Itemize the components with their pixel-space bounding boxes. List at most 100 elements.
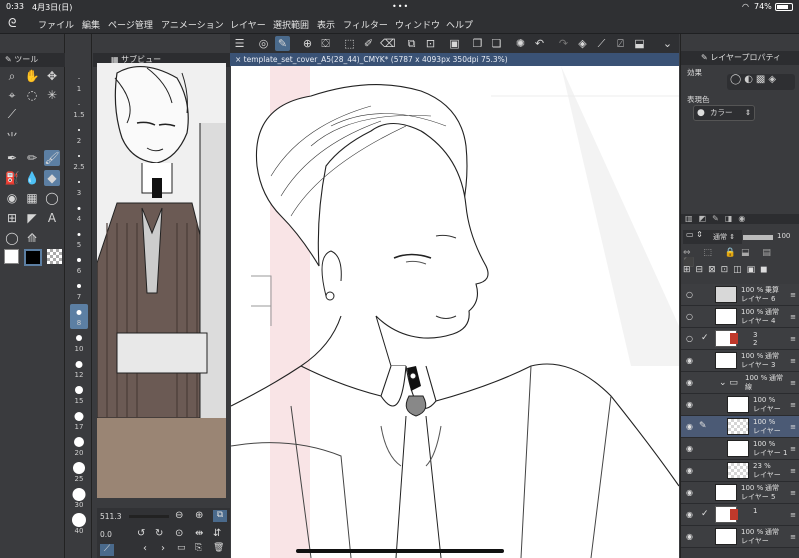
gradient-icon[interactable]: ▦ — [24, 190, 40, 206]
ruler-icon[interactable]: ◤ — [24, 210, 40, 226]
visibility-eye-icon[interactable]: ◉ — [684, 444, 695, 453]
eyedropper-tool-icon[interactable]: ⟋ — [4, 106, 20, 122]
copy-icon[interactable]: ❐ — [470, 36, 485, 51]
brush-size-item[interactable]: 6 — [70, 252, 88, 277]
airbrush-icon[interactable]: ⛽ — [4, 170, 20, 186]
brush-tool-icon[interactable]: 🖌 — [44, 150, 60, 166]
drag-handle-icon[interactable]: ≡ — [790, 489, 796, 497]
layer-row[interactable]: ◉ ⌄ ▭ 100 % 通常線 ≡ — [681, 372, 799, 394]
drag-handle-icon[interactable]: ≡ — [790, 445, 796, 453]
opacity-slider[interactable] — [743, 235, 773, 240]
layer-row[interactable]: ◉ 100 % 通常 レイヤー ≡ — [681, 526, 799, 548]
eraser-tool-icon[interactable]: ◆ — [44, 170, 60, 186]
layer-panel-tabs[interactable]: ▥◩✎◨◉ — [681, 214, 799, 224]
brush-size-item[interactable]: 5 — [70, 226, 88, 251]
drag-handle-icon[interactable]: ≡ — [790, 533, 796, 541]
layer-lock-icons[interactable]: ⇔ ⬚ 🔒⬓ ▤ ⬛ — [683, 248, 797, 268]
drag-handle-icon[interactable]: ≡ — [790, 291, 796, 299]
blend-mode-select[interactable]: 通常 ⇕ — [710, 230, 742, 244]
expression-color-select[interactable]: ● カラー ⇕ — [693, 105, 755, 121]
layer-row[interactable]: ◉ 23 % レイヤー ≡ — [681, 460, 799, 482]
blend-icon[interactable]: 💧 — [24, 170, 40, 186]
brush-size-item[interactable]: 12 — [70, 356, 88, 381]
brush-size-item[interactable]: 8 — [70, 304, 88, 329]
visibility-eye-icon[interactable]: ◉ — [684, 466, 695, 475]
visibility-eye-icon[interactable]: ○ — [684, 312, 695, 321]
stamp-icon[interactable]: ⬓ — [632, 36, 647, 51]
layer-row[interactable]: ◉ 100 % 通常 レイヤー 5 ≡ — [681, 482, 799, 504]
main-color-swatch[interactable] — [4, 249, 19, 264]
open-folder-icon[interactable]: ▭ — [177, 543, 186, 553]
drag-handle-icon[interactable]: ≡ — [790, 313, 796, 321]
menu-window[interactable]: ウィンドウ — [395, 18, 440, 31]
delete-icon[interactable]: 🗑 — [213, 543, 224, 553]
brush-size-item[interactable]: 3 — [70, 174, 88, 199]
menu-animation[interactable]: アニメーション — [161, 18, 224, 31]
brush-size-item[interactable]: 7 — [70, 278, 88, 303]
sub-color-swatch[interactable] — [24, 249, 42, 266]
menu-file[interactable]: ファイル — [38, 18, 74, 31]
brush-size-item[interactable]: 2 — [70, 122, 88, 147]
effect-buttons[interactable]: ◯◐▩◈ — [727, 74, 795, 90]
transparent-color-swatch[interactable] — [47, 249, 62, 264]
visibility-eye-icon[interactable]: ◉ — [684, 488, 695, 497]
visibility-eye-icon[interactable]: ◉ — [684, 400, 695, 409]
visibility-eye-icon[interactable]: ◉ — [684, 422, 695, 431]
layer-action-icons[interactable]: ⊞⊟⊠⊡◫▣◼ — [683, 265, 797, 279]
menu-icon[interactable]: ☰ — [232, 36, 247, 51]
drag-handle-icon[interactable]: ≡ — [790, 511, 796, 519]
menu-layer[interactable]: レイヤー — [230, 18, 266, 31]
visibility-eye-icon[interactable]: ◉ — [684, 510, 695, 519]
visibility-eye-icon[interactable]: ◉ — [684, 378, 695, 387]
home-indicator[interactable] — [296, 549, 504, 553]
figure-icon[interactable]: ◯ — [44, 190, 60, 206]
drag-handle-icon[interactable]: ≡ — [790, 423, 796, 431]
fill-icon[interactable]: ◈ — [575, 36, 590, 51]
layer-row[interactable]: ◉ 100 % レイヤー 1 ≡ — [681, 438, 799, 460]
layer-row[interactable]: ○ ✓ 3 2 ≡ — [681, 328, 799, 350]
brush-icon[interactable]: ✐ — [361, 36, 376, 51]
menu-page[interactable]: ページ管理 — [108, 18, 153, 31]
layer-row[interactable]: ◉ 100 % 通常 レイヤー 3 ≡ — [681, 350, 799, 372]
close-tab-icon[interactable]: × — [235, 55, 244, 64]
pen-tool-icon[interactable]: ✒ — [4, 150, 20, 166]
next-image-icon[interactable]: › — [161, 543, 165, 554]
undo-icon[interactable]: ↶ — [532, 36, 547, 51]
image-icon[interactable]: ▣ — [447, 36, 462, 51]
menu-view[interactable]: 表示 — [317, 18, 335, 31]
layer-row[interactable]: ◉ 100 % レイヤー ≡ — [681, 394, 799, 416]
drag-handle-icon[interactable]: ≡ — [790, 401, 796, 409]
visibility-eye-icon[interactable]: ◉ — [684, 356, 695, 365]
menu-edit[interactable]: 編集 — [82, 18, 100, 31]
chevron-down-icon[interactable]: ⌄ — [660, 36, 675, 51]
frame-icon[interactable]: ⊞ — [4, 210, 20, 226]
fill-bucket-icon[interactable]: ⛋ — [318, 36, 333, 51]
correct-line-icon[interactable]: ⟰ — [24, 230, 40, 246]
brush-size-item[interactable]: 40 — [70, 512, 88, 537]
magic-wand-icon[interactable]: ✳ — [44, 87, 60, 103]
app-logo-icon[interactable]: ᘓ — [8, 16, 16, 31]
zoom-slider[interactable] — [129, 515, 169, 518]
reset-rotation-icon[interactable]: ⊙ — [175, 528, 183, 539]
zoom-in-icon[interactable]: ⊕ — [195, 510, 203, 521]
pen-pressure-icon[interactable]: ✎ — [275, 36, 290, 51]
loading-icon[interactable]: ✺ — [513, 36, 528, 51]
flip-horizontal-icon[interactable]: ⇹ — [195, 528, 203, 539]
layer-row[interactable]: ○ 100 % 乗算 レイヤー 6 ≡ — [681, 284, 799, 306]
brush-size-item[interactable]: 10 — [70, 330, 88, 355]
sub-view-image[interactable] — [97, 63, 226, 418]
brush-size-item[interactable]: 25 — [70, 460, 88, 485]
flip-vertical-icon[interactable]: ⇵ — [213, 528, 221, 539]
layer-row[interactable]: ◉ ✎ 100 % レイヤー ≡ — [681, 416, 799, 438]
drag-handle-icon[interactable]: ≡ — [790, 357, 796, 365]
new-layer-icon[interactable]: ⊕ — [300, 36, 315, 51]
zoom-icon[interactable]: ⌕ — [4, 68, 20, 84]
menu-filter[interactable]: フィルター — [343, 18, 388, 31]
brush-size-item[interactable]: 17 — [70, 408, 88, 433]
vector-icon[interactable]: ⍁ — [613, 36, 628, 51]
document-tab[interactable]: × template_set_cover_A5(28_44)_CMYK* (57… — [230, 53, 679, 66]
brush-size-item[interactable]: 4 — [70, 200, 88, 225]
brush-size-item[interactable]: 1 — [70, 70, 88, 95]
visibility-eye-icon[interactable]: ◉ — [684, 532, 695, 541]
brush-size-item[interactable]: 15 — [70, 382, 88, 407]
